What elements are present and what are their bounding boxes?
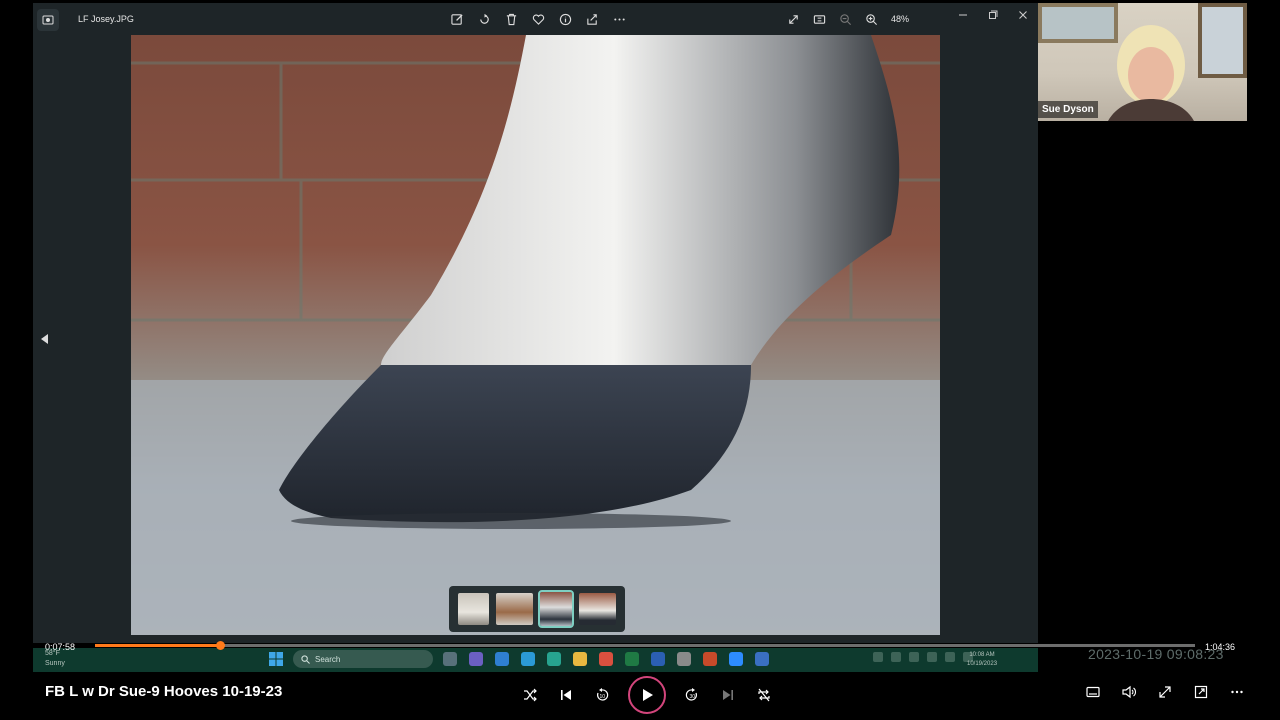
weather-desc: Sunny xyxy=(45,660,65,667)
zoom-level: 48% xyxy=(891,14,910,24)
zoom-icon[interactable] xyxy=(729,652,743,666)
video-title: FB L w Dr Sue-9 Hooves 10-19-23 xyxy=(45,683,283,700)
seek-bar-thumb[interactable] xyxy=(216,641,226,650)
rewind-10-icon[interactable]: 10 xyxy=(592,685,612,705)
taskbar-search[interactable]: Search xyxy=(293,650,433,668)
mail-icon[interactable] xyxy=(495,652,509,666)
view-tools: 48% xyxy=(785,11,909,27)
playback-controls: 10 30 xyxy=(520,676,774,714)
wifi-icon[interactable] xyxy=(927,652,937,662)
thumbnail-3-selected[interactable] xyxy=(537,590,575,628)
restore-icon[interactable] xyxy=(985,7,1001,23)
recording-timestamp: 2023-10-19 09:08:23 xyxy=(1088,646,1224,662)
excel-icon[interactable] xyxy=(625,652,639,666)
photo-viewer-window: LF Josey.JPG 48% xyxy=(33,3,1038,643)
info-icon[interactable] xyxy=(557,11,573,27)
play-icon xyxy=(643,689,653,701)
weather-widget[interactable]: 58°F Sunny xyxy=(45,649,65,669)
volume-icon[interactable] xyxy=(945,652,955,662)
fullscreen-icon[interactable] xyxy=(785,11,801,27)
seek-bar-fill xyxy=(95,644,221,647)
clock-date: 10/19/2023 xyxy=(967,661,998,667)
seek-bar[interactable] xyxy=(95,641,1195,650)
search-icon xyxy=(301,655,310,664)
edit-icon[interactable] xyxy=(449,11,465,27)
clock-time: 10:08 AM xyxy=(969,652,995,658)
taskbar-apps xyxy=(443,652,769,666)
captions-icon[interactable] xyxy=(1083,682,1103,702)
mic-icon[interactable] xyxy=(891,652,901,662)
chevron-up-icon[interactable] xyxy=(873,652,883,662)
rotate-icon[interactable] xyxy=(476,11,492,27)
viewer-titlebar: LF Josey.JPG 48% xyxy=(33,3,1038,35)
thumbnail-4[interactable] xyxy=(579,593,616,625)
slideshow-icon[interactable] xyxy=(811,11,827,27)
shuffle-icon[interactable] xyxy=(520,685,540,705)
camera-icon[interactable] xyxy=(909,652,919,662)
participant-name: Sue Dyson xyxy=(1038,101,1098,118)
powerpoint-icon[interactable] xyxy=(703,652,717,666)
svg-text:30: 30 xyxy=(690,694,696,700)
word-icon[interactable] xyxy=(651,652,665,666)
taskbar-clock[interactable]: 10:08 AM 10/19/2023 xyxy=(967,651,997,669)
file-name: LF Josey.JPG xyxy=(78,14,134,24)
app-icon[interactable] xyxy=(755,652,769,666)
more-options-icon[interactable] xyxy=(1227,682,1247,702)
time-total: 1:04:36 xyxy=(1205,642,1236,652)
windows-taskbar: 58°F Sunny Search 10:08 AM 10/19/2023 xyxy=(33,648,1038,672)
thumbnail-1[interactable] xyxy=(458,593,489,625)
taskview-icon[interactable] xyxy=(443,652,457,666)
minimize-icon[interactable] xyxy=(955,7,971,23)
search-placeholder: Search xyxy=(315,654,341,664)
filmstrip xyxy=(449,586,625,632)
share-icon[interactable] xyxy=(584,11,600,27)
chrome-icon[interactable] xyxy=(599,652,613,666)
close-icon[interactable] xyxy=(1015,7,1031,23)
photo-image xyxy=(131,35,940,635)
next-icon[interactable] xyxy=(718,685,738,705)
previous-image-button[interactable] xyxy=(38,329,52,349)
time-elapsed: 0:07:58 xyxy=(45,642,76,652)
zoom-out-icon[interactable] xyxy=(837,11,853,27)
play-button[interactable] xyxy=(628,676,666,714)
image-toolbar xyxy=(449,11,627,27)
webcam-feed: Sue Dyson xyxy=(1038,3,1247,121)
file-explorer-icon[interactable] xyxy=(573,652,587,666)
zoom-in-icon[interactable] xyxy=(863,11,879,27)
previous-icon[interactable] xyxy=(556,685,576,705)
windows-start-icon[interactable] xyxy=(269,652,283,666)
fullscreen-icon[interactable] xyxy=(1155,682,1175,702)
forward-30-icon[interactable]: 30 xyxy=(682,685,702,705)
volume-icon[interactable] xyxy=(1119,682,1139,702)
teams-icon[interactable] xyxy=(469,652,483,666)
more-icon[interactable] xyxy=(611,11,627,27)
mini-player-icon[interactable] xyxy=(1191,682,1211,702)
repeat-off-icon[interactable] xyxy=(754,685,774,705)
window-controls xyxy=(955,7,1031,23)
system-tray xyxy=(873,652,973,662)
photos-app-icon[interactable] xyxy=(37,9,59,31)
favorite-icon[interactable] xyxy=(530,11,546,27)
edge-dev-icon[interactable] xyxy=(547,652,561,666)
edge-icon[interactable] xyxy=(521,652,535,666)
player-options xyxy=(1083,682,1247,702)
settings-icon[interactable] xyxy=(677,652,691,666)
delete-icon[interactable] xyxy=(503,11,519,27)
thumbnail-2[interactable] xyxy=(495,593,533,625)
svg-text:10: 10 xyxy=(600,694,606,700)
